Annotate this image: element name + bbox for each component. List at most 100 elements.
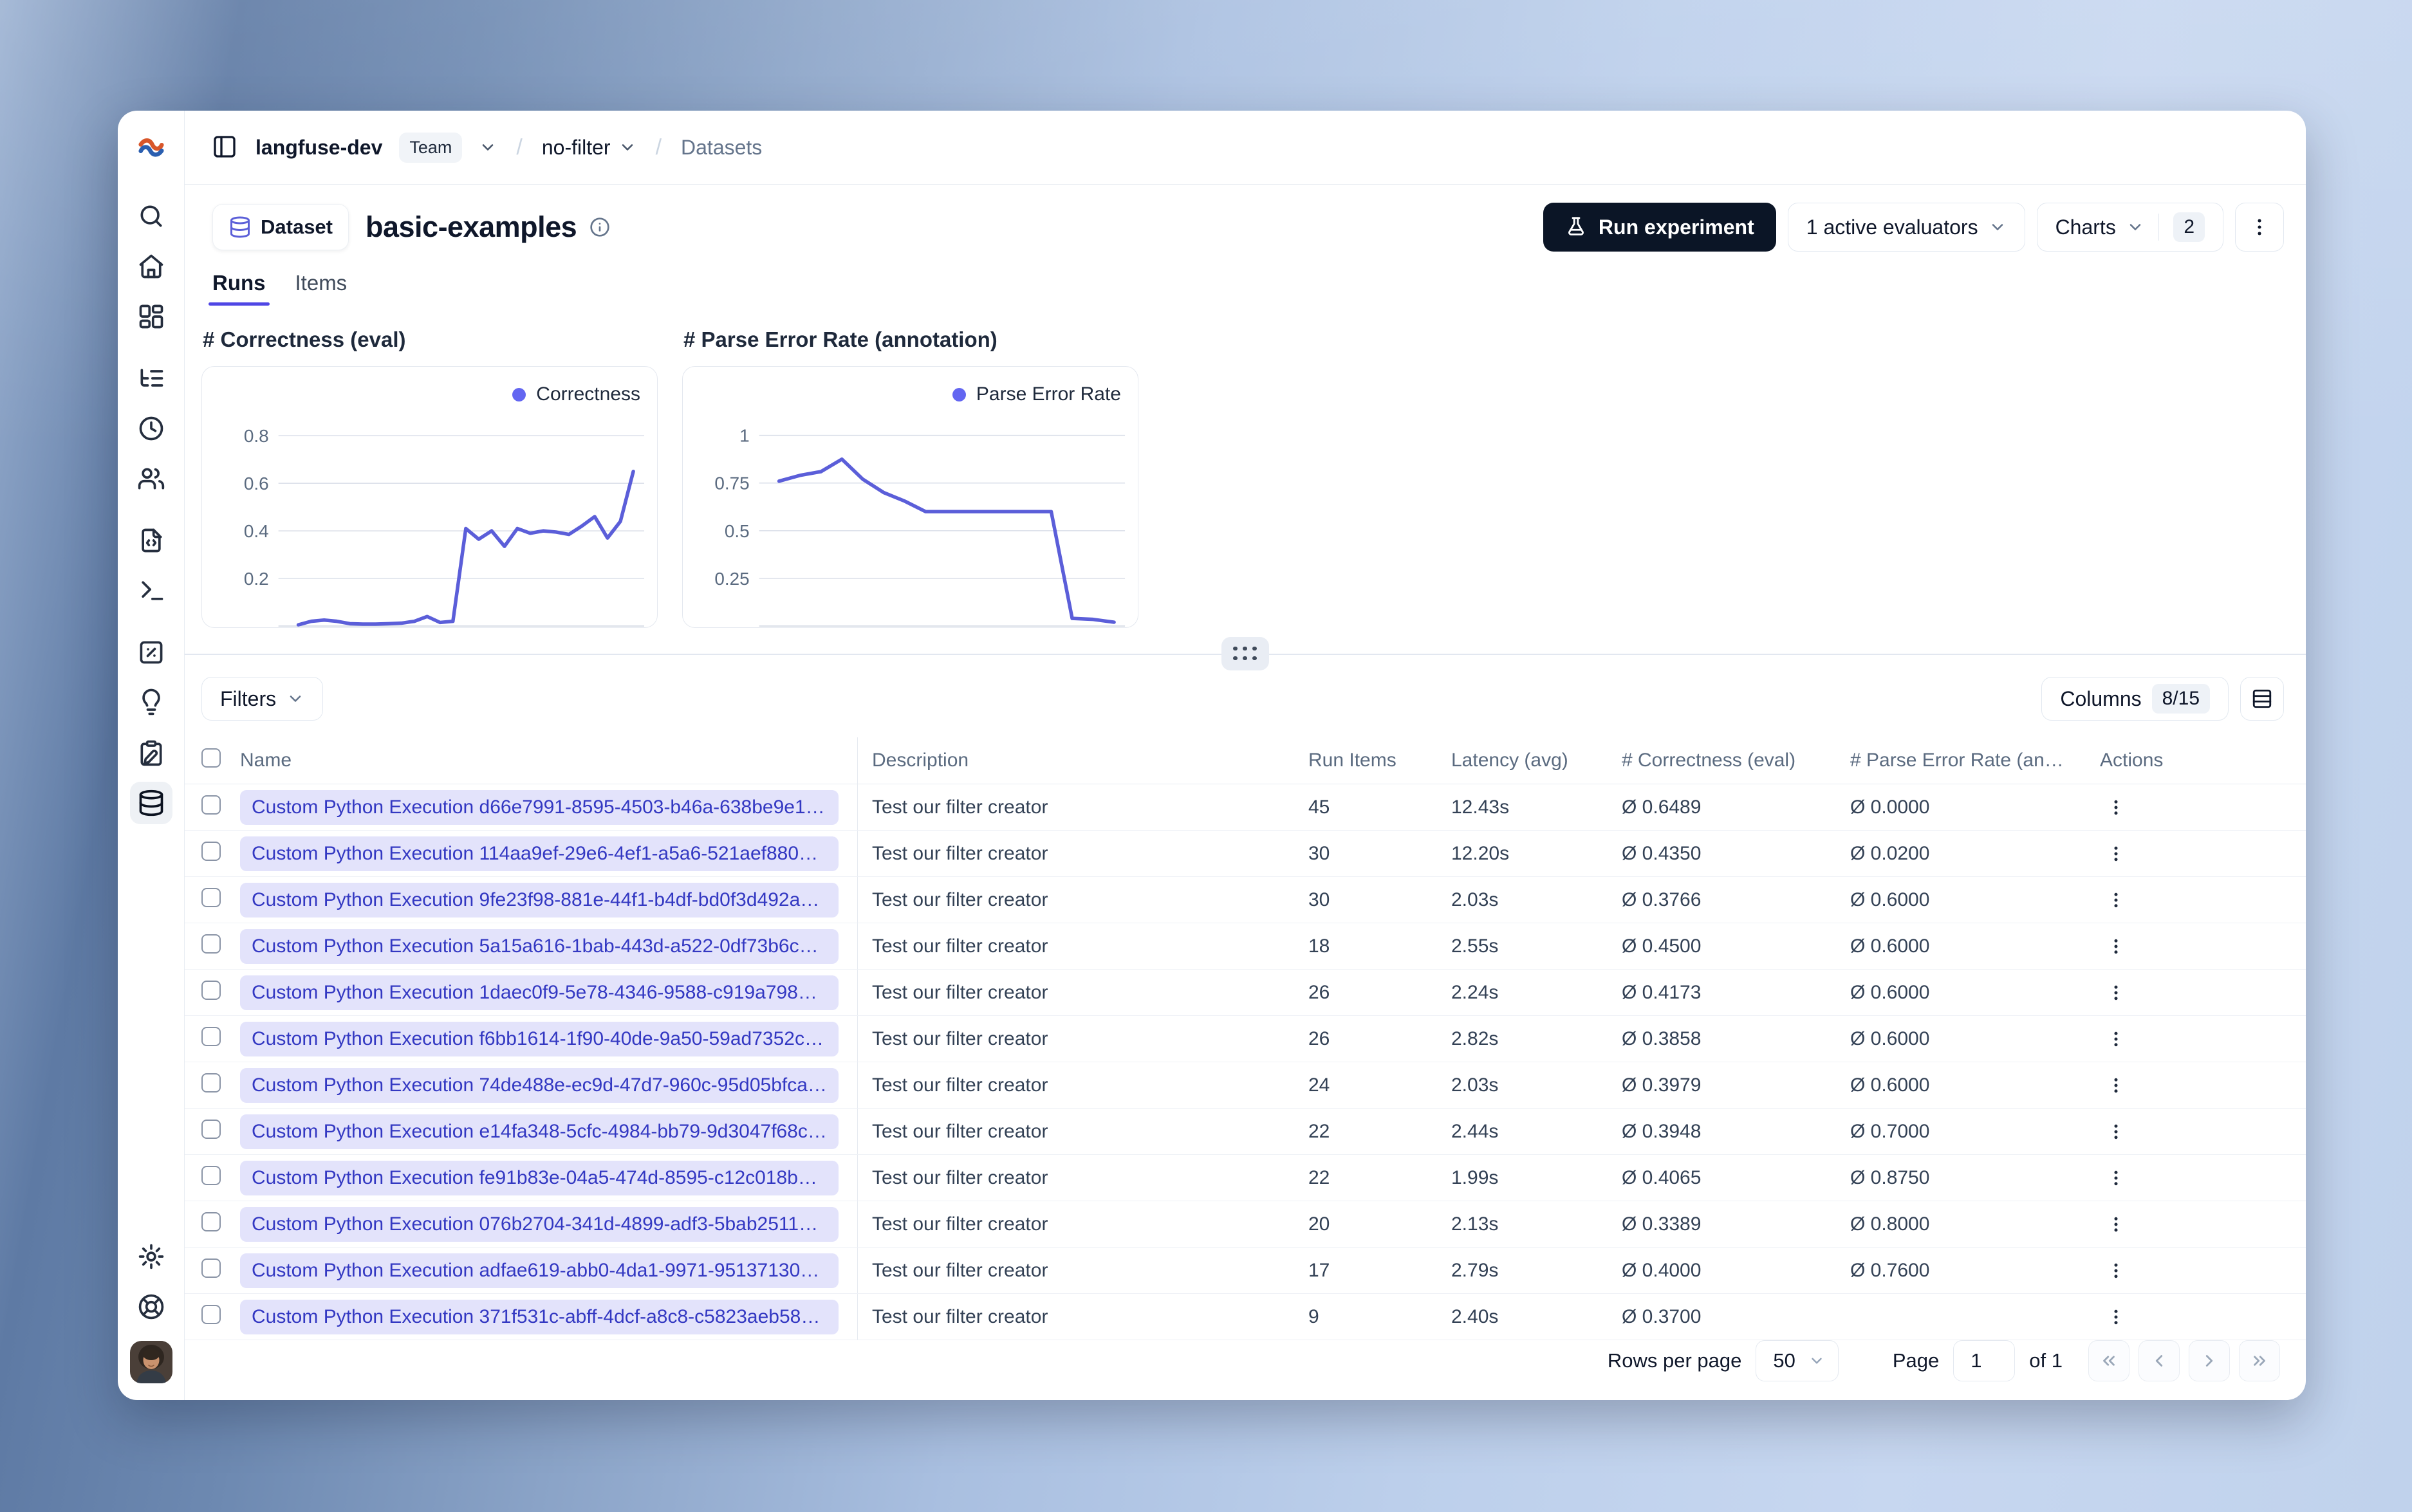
row-actions-button[interactable]	[2100, 838, 2132, 870]
table-row[interactable]: Custom Python Execution 114aa9ef-29e6-4e…	[185, 831, 2306, 877]
column-header-correctness[interactable]: # Correctness (eval)	[1622, 750, 1850, 771]
table-row[interactable]: Custom Python Execution e14fa348-5cfc-49…	[185, 1109, 2306, 1155]
table-row[interactable]: Custom Python Execution 1daec0f9-5e78-43…	[185, 970, 2306, 1016]
run-name-link[interactable]: Custom Python Execution 1daec0f9-5e78-43…	[240, 975, 839, 1010]
correctness-value: Ø 0.3979	[1622, 1074, 1702, 1096]
run-items-value: 26	[1308, 1028, 1330, 1049]
parse-error-value: Ø 0.6000	[1850, 1074, 1930, 1096]
row-checkbox[interactable]	[201, 1212, 221, 1231]
row-actions-button[interactable]	[2100, 1162, 2132, 1194]
run-name-link[interactable]: Custom Python Execution e14fa348-5cfc-49…	[240, 1114, 839, 1149]
column-header-name[interactable]: Name	[240, 737, 858, 784]
row-actions-button[interactable]	[2100, 791, 2132, 824]
chart-title: # Correctness (eval)	[203, 327, 406, 351]
row-checkbox[interactable]	[201, 980, 221, 1000]
run-name-link[interactable]: Custom Python Execution 076b2704-341d-48…	[240, 1206, 839, 1242]
drag-handle[interactable]	[1221, 637, 1269, 670]
info-icon[interactable]	[589, 217, 610, 237]
sidebar-item-playground[interactable]	[130, 569, 172, 612]
next-page-button[interactable]	[2189, 1340, 2230, 1381]
first-page-button[interactable]	[2088, 1340, 2129, 1381]
more-actions-button[interactable]	[2235, 203, 2284, 252]
run-name-link[interactable]: Custom Python Execution d66e7991-8595-45…	[240, 789, 839, 825]
org-name[interactable]: langfuse-dev	[255, 136, 382, 160]
row-actions-button[interactable]	[2100, 1069, 2132, 1102]
column-header-description[interactable]: Description	[858, 750, 1308, 771]
sidebar-toggle-icon[interactable]	[210, 133, 239, 161]
row-actions-button[interactable]	[2100, 884, 2132, 916]
sidebar-item-settings[interactable]	[130, 1235, 172, 1278]
row-actions-button[interactable]	[2100, 1023, 2132, 1055]
sidebar-item-datasets[interactable]	[129, 782, 172, 824]
charts-button[interactable]: Charts 2	[2036, 203, 2223, 252]
evaluators-button[interactable]: 1 active evaluators	[1787, 203, 2025, 252]
row-actions-button[interactable]	[2100, 930, 2132, 963]
tab-items[interactable]: Items	[295, 271, 348, 306]
select-all-checkbox[interactable]	[201, 748, 221, 768]
column-header-parse-error[interactable]: # Parse Error Rate (an…	[1850, 750, 2095, 771]
sidebar-item-scores[interactable]	[130, 631, 172, 674]
run-name-link[interactable]: Custom Python Execution 5a15a616-1bab-44…	[240, 928, 839, 964]
row-checkbox[interactable]	[201, 1119, 221, 1139]
row-actions-button[interactable]	[2100, 1208, 2132, 1240]
row-checkbox[interactable]	[201, 841, 221, 861]
row-checkbox[interactable]	[201, 1258, 221, 1278]
row-checkbox[interactable]	[201, 1304, 221, 1324]
langfuse-logo[interactable]	[118, 111, 184, 185]
sidebar-item-search[interactable]	[130, 195, 172, 237]
sidebar-item-prompts[interactable]	[130, 519, 172, 562]
column-header-run-items[interactable]: Run Items	[1308, 750, 1451, 771]
project-switcher-chevron-icon[interactable]	[618, 138, 636, 156]
table-row[interactable]: Custom Python Execution 5a15a616-1bab-44…	[185, 923, 2306, 970]
rows-per-page-select[interactable]: 50	[1756, 1340, 1839, 1381]
user-avatar[interactable]	[129, 1341, 172, 1383]
run-description: Test our filter creator	[872, 889, 1048, 910]
table-row[interactable]: Custom Python Execution 371f531c-abff-4d…	[185, 1294, 2306, 1340]
columns-button[interactable]: Columns 8/15	[2041, 677, 2229, 721]
parse-error-value: Ø 0.8000	[1850, 1213, 1930, 1235]
table-row[interactable]: Custom Python Execution 74de488e-ec9d-47…	[185, 1062, 2306, 1109]
run-name-link[interactable]: Custom Python Execution adfae619-abb0-4d…	[240, 1253, 839, 1288]
column-header-latency[interactable]: Latency (avg)	[1451, 750, 1622, 771]
run-name-link[interactable]: Custom Python Execution 9fe23f98-881e-44…	[240, 882, 839, 917]
sidebar-item-support[interactable]	[130, 1286, 172, 1328]
sidebar-item-judge[interactable]	[130, 681, 172, 724]
row-checkbox[interactable]	[201, 795, 221, 815]
sidebar-item-home[interactable]	[130, 245, 172, 288]
table-row[interactable]: Custom Python Execution f6bb1614-1f90-40…	[185, 1016, 2306, 1062]
page-number-input[interactable]	[1953, 1340, 2016, 1381]
run-name-link[interactable]: Custom Python Execution f6bb1614-1f90-40…	[240, 1021, 839, 1056]
filters-button[interactable]: Filters	[201, 677, 324, 721]
sidebar-item-users[interactable]	[130, 457, 172, 500]
row-actions-button[interactable]	[2100, 977, 2132, 1009]
table-row[interactable]: Custom Python Execution 076b2704-341d-48…	[185, 1201, 2306, 1248]
project-name[interactable]: no-filter	[542, 136, 636, 160]
table-row[interactable]: Custom Python Execution 9fe23f98-881e-44…	[185, 877, 2306, 923]
table-row[interactable]: Custom Python Execution d66e7991-8595-45…	[185, 784, 2306, 831]
row-checkbox[interactable]	[201, 1073, 221, 1093]
row-actions-button[interactable]	[2100, 1116, 2132, 1148]
table-row[interactable]: Custom Python Execution fe91b83e-04a5-47…	[185, 1155, 2306, 1201]
run-name-link[interactable]: Custom Python Execution fe91b83e-04a5-47…	[240, 1160, 839, 1195]
sidebar-item-sessions[interactable]	[130, 407, 172, 450]
sidebar-item-tracing[interactable]	[130, 357, 172, 400]
row-actions-button[interactable]	[2100, 1301, 2132, 1333]
breadcrumb-section[interactable]: Datasets	[681, 136, 762, 160]
prev-page-button[interactable]	[2138, 1340, 2180, 1381]
row-height-button[interactable]	[2240, 677, 2284, 721]
org-switcher-chevron-icon[interactable]	[479, 138, 497, 156]
table-row[interactable]: Custom Python Execution adfae619-abb0-4d…	[185, 1248, 2306, 1294]
row-checkbox[interactable]	[201, 1026, 221, 1046]
sidebar-item-annotation[interactable]	[130, 732, 172, 774]
run-experiment-button[interactable]: Run experiment	[1543, 203, 1776, 252]
tab-runs[interactable]: Runs	[209, 271, 269, 306]
row-checkbox[interactable]	[201, 1165, 221, 1185]
row-checkbox[interactable]	[201, 887, 221, 907]
row-actions-button[interactable]	[2100, 1255, 2132, 1287]
run-name-link[interactable]: Custom Python Execution 114aa9ef-29e6-4e…	[240, 836, 839, 871]
row-checkbox[interactable]	[201, 934, 221, 954]
last-page-button[interactable]	[2239, 1340, 2280, 1381]
run-name-link[interactable]: Custom Python Execution 371f531c-abff-4d…	[240, 1299, 839, 1334]
run-name-link[interactable]: Custom Python Execution 74de488e-ec9d-47…	[240, 1067, 839, 1103]
sidebar-item-dashboard[interactable]	[130, 295, 172, 338]
